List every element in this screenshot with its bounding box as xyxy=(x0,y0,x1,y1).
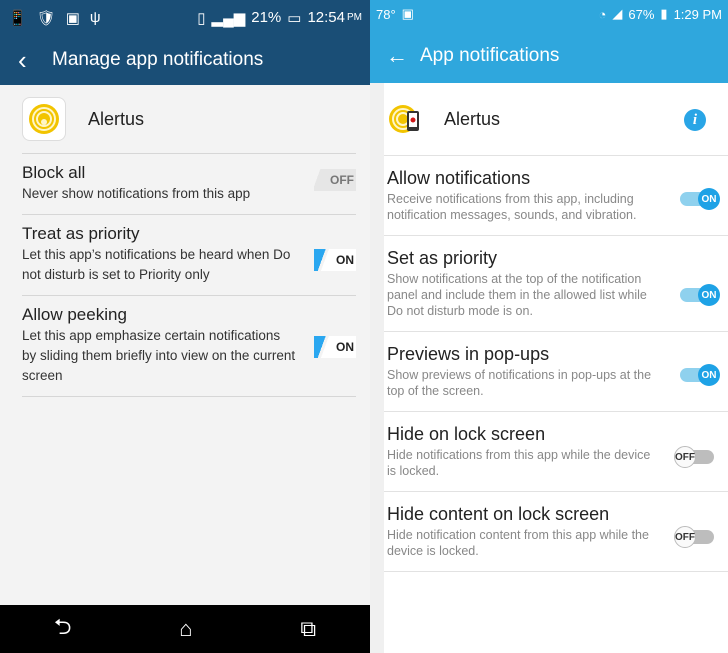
setting-description: Let this app emphasize certain notificat… xyxy=(22,328,296,383)
switch-knob: ON xyxy=(698,284,720,306)
setting-treat-as-priority[interactable]: Treat as priority Let this app’s notific… xyxy=(22,214,356,295)
status-bar: 78° ▣ ◔ ◢ 67% ▮ 1:29 PM xyxy=(370,0,728,28)
setting-title: Set as priority xyxy=(387,248,498,268)
samsung-screen: 78° ▣ ◔ ◢ 67% ▮ 1:29 PM ← App notificati… xyxy=(370,0,728,653)
alertus-app-icon xyxy=(388,101,424,137)
back-arrow-icon[interactable]: ‹ xyxy=(18,47,52,73)
clock: 12:54 xyxy=(307,9,345,26)
setting-description: Show previews of notifications in pop-up… xyxy=(387,368,652,398)
hide-content-on-lock-screen-switch[interactable]: OFF xyxy=(674,526,714,548)
back-arrow-icon[interactable]: ← xyxy=(386,43,420,69)
setting-title: Hide on lock screen xyxy=(387,424,546,444)
app-name: Alertus xyxy=(88,108,145,129)
setting-title: Treat as priority xyxy=(22,224,140,243)
clock-ampm: PM xyxy=(347,12,362,23)
setting-description: Never show notifications from this app xyxy=(22,186,251,201)
priority-toggle[interactable]: ON xyxy=(314,249,356,271)
wifi-icon: ◔ xyxy=(598,6,607,22)
usb-icon: ψ xyxy=(89,9,101,26)
navigation-bar: ⮌ ⌂ ⧉ xyxy=(0,605,370,653)
page-title: Manage app notifications xyxy=(52,49,264,70)
notification-icon: 📱 xyxy=(8,9,27,27)
clock: 1:29 PM xyxy=(673,6,722,22)
setting-title: Block all xyxy=(22,163,86,182)
battery-icon: ▮ xyxy=(660,6,668,21)
screenshot-icon: ▣ xyxy=(65,9,80,27)
switch-knob: OFF xyxy=(674,526,696,548)
setting-description: Let this app’s notifications be heard wh… xyxy=(22,247,291,282)
setting-allow-notifications[interactable]: Allow notifications Receive notification… xyxy=(384,155,728,235)
setting-block-all[interactable]: Block all Never show notifications from … xyxy=(22,153,356,214)
htc-screen: 📱 🛡 ▣ ψ ▯ ▂▄▆ 21% ▭ 12:54 PM ‹ Manage ap… xyxy=(0,0,370,653)
status-bar: 📱 🛡 ▣ ψ ▯ ▂▄▆ 21% ▭ 12:54 PM xyxy=(0,0,370,35)
battery-icon: ▭ xyxy=(287,9,302,27)
app-header: Alertus xyxy=(0,85,370,153)
info-icon[interactable]: i xyxy=(684,109,706,131)
battery-percent: 21% xyxy=(251,9,282,26)
peeking-toggle[interactable]: ON xyxy=(314,336,356,358)
switch-knob: ON xyxy=(698,188,720,210)
previews-in-popups-switch[interactable]: ON xyxy=(680,364,720,386)
signal-icon: ◢ xyxy=(612,6,623,21)
setting-description: Hide notification content from this app … xyxy=(387,528,649,558)
alertus-app-icon xyxy=(22,97,66,141)
app-header: Alertus i xyxy=(384,83,728,155)
setting-description: Show notifications at the top of the not… xyxy=(387,272,647,318)
settings-card: Alertus i Allow notifications Receive no… xyxy=(384,83,728,653)
home-icon[interactable]: ⌂ xyxy=(179,616,192,642)
setting-set-as-priority[interactable]: Set as priority Show notifications at th… xyxy=(384,235,728,331)
setting-title: Previews in pop-ups xyxy=(387,344,550,364)
setting-description: Receive notifications from this app, inc… xyxy=(387,192,637,222)
app-bar: ‹ Manage app notifications xyxy=(0,35,370,85)
app-name: Alertus xyxy=(444,108,501,129)
setting-title: Hide content on lock screen xyxy=(387,504,610,524)
back-icon[interactable]: ⮌ xyxy=(54,610,72,648)
temperature: 78° xyxy=(376,6,396,22)
shield-icon: 🛡 xyxy=(36,9,56,27)
signal-icon: ▂▄▆ xyxy=(211,9,246,27)
setting-hide-content-on-lock-screen[interactable]: Hide content on lock screen Hide notific… xyxy=(384,491,728,572)
setting-hide-on-lock-screen[interactable]: Hide on lock screen Hide notifications f… xyxy=(384,411,728,491)
block-all-toggle[interactable]: OFF xyxy=(314,169,356,191)
setting-allow-peeking[interactable]: Allow peeking Let this app emphasize cer… xyxy=(22,295,356,397)
page-title: App notifications xyxy=(420,44,560,66)
vibrate-icon: ▯ xyxy=(197,9,206,27)
switch-knob: OFF xyxy=(674,446,696,468)
setting-description: Hide notifications from this app while t… xyxy=(387,448,651,478)
battery-percent: 67% xyxy=(628,6,655,22)
setting-title: Allow peeking xyxy=(22,305,127,324)
recent-apps-icon[interactable]: ⧉ xyxy=(300,616,316,642)
hide-on-lock-screen-switch[interactable]: OFF xyxy=(674,446,714,468)
setting-title: Allow notifications xyxy=(387,168,531,188)
allow-notifications-switch[interactable]: ON xyxy=(680,188,720,210)
set-as-priority-switch[interactable]: ON xyxy=(680,284,720,306)
gallery-icon: ▣ xyxy=(401,6,414,21)
app-bar: ← App notifications xyxy=(370,28,728,83)
switch-knob: ON xyxy=(698,364,720,386)
setting-previews-in-popups[interactable]: Previews in pop-ups Show previews of not… xyxy=(384,331,728,411)
